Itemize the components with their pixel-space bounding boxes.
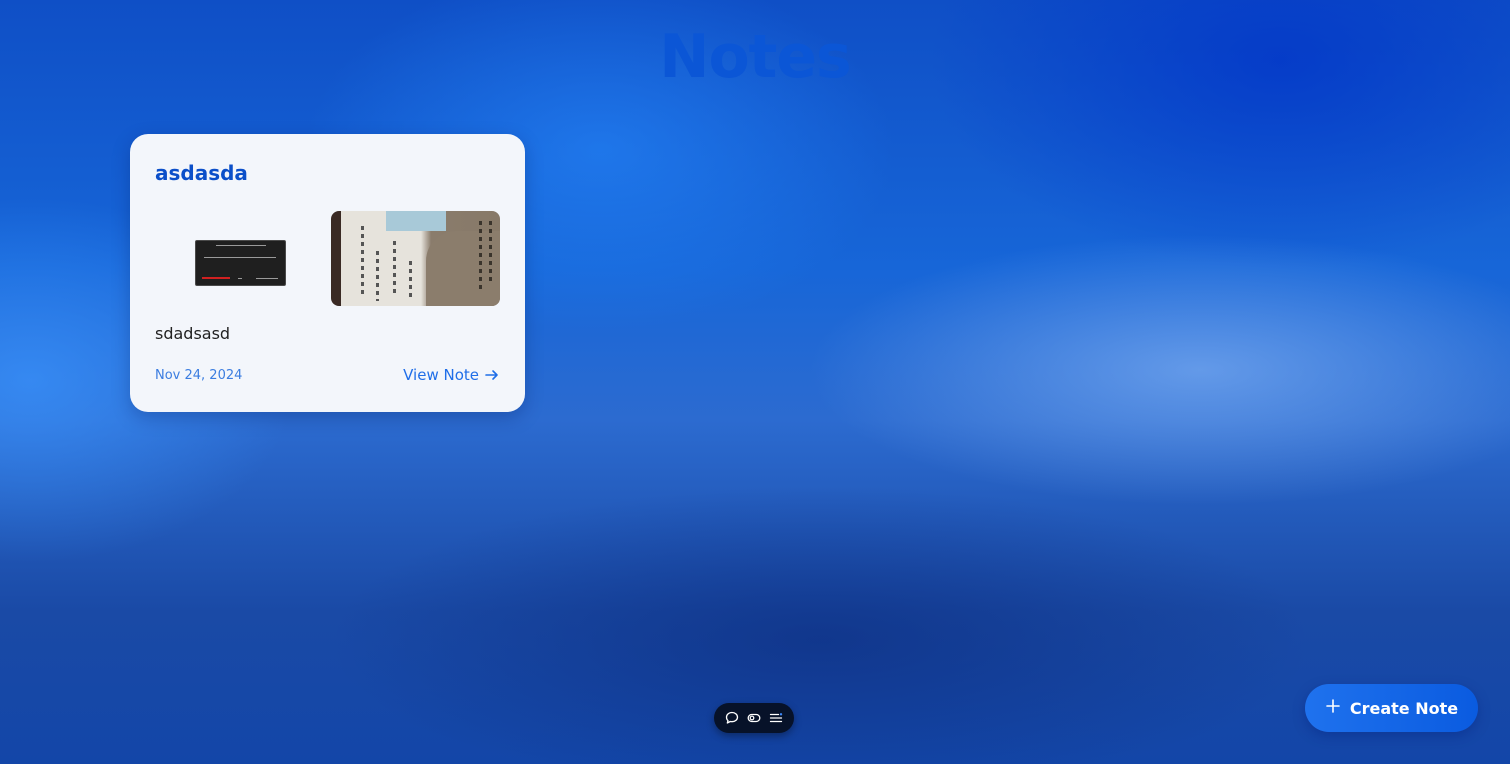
arrow-right-icon	[484, 367, 500, 383]
menu-list-icon[interactable]	[767, 709, 785, 727]
terminal-screenshot-image	[195, 240, 286, 286]
note-attachments	[155, 211, 500, 306]
note-footer: Nov 24, 2024 View Note	[155, 366, 500, 386]
document-photo-image	[386, 211, 446, 231]
view-note-link[interactable]: View Note	[403, 366, 500, 384]
chat-bubble-icon[interactable]	[723, 709, 741, 727]
view-note-label: View Note	[403, 366, 479, 384]
page-title: Notes	[659, 22, 852, 92]
attachment-thumbnail[interactable]	[155, 211, 324, 306]
note-card[interactable]: asdasda sdadsasd Nov 24, 2024 View Note	[130, 134, 525, 412]
note-date: Nov 24, 2024	[155, 368, 243, 383]
plus-icon	[1325, 698, 1341, 718]
create-note-button[interactable]: Create Note	[1305, 684, 1478, 732]
note-title: asdasda	[155, 161, 248, 185]
attachment-thumbnail[interactable]	[331, 211, 500, 306]
create-note-label: Create Note	[1349, 698, 1459, 718]
note-body: sdadsasd	[155, 324, 231, 343]
floating-toolbar	[714, 703, 794, 733]
toggle-icon[interactable]	[745, 709, 763, 727]
